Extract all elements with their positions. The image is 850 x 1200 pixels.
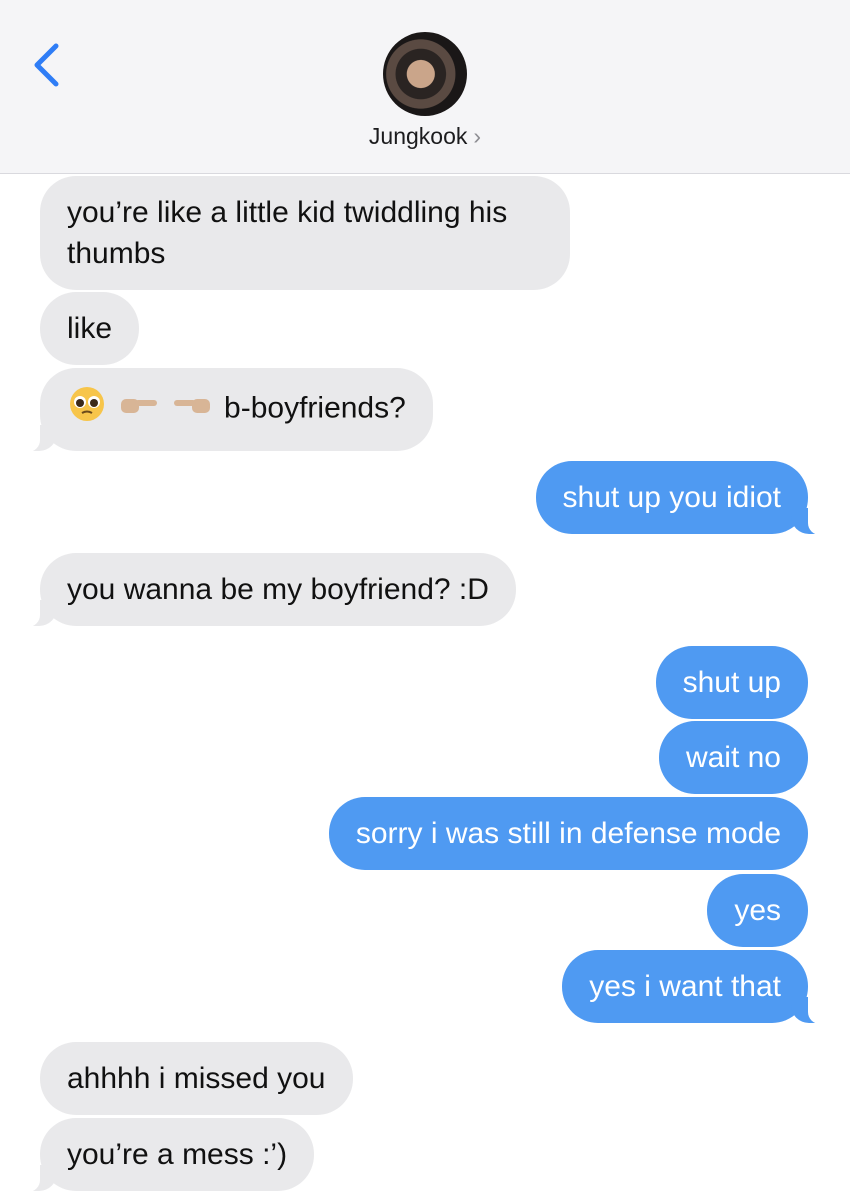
- pleading-face-icon: [67, 384, 107, 435]
- message-text: sorry i was still in defense mode: [355, 817, 781, 850]
- received-message[interactable]: like: [40, 292, 140, 365]
- message-text: you wanna be my boyfriend? :D: [67, 573, 489, 606]
- sent-message[interactable]: yes i want that: [562, 950, 828, 1024]
- message-text: you’re like a little kid twiddling his t…: [67, 196, 508, 270]
- message-text: you’re a mess :’): [67, 1138, 288, 1171]
- sent-message[interactable]: wait no: [658, 721, 808, 794]
- message-text: shut up you idiot: [562, 481, 781, 514]
- message-text: like: [67, 312, 113, 345]
- received-message[interactable]: ahhhh i missed you: [40, 1042, 353, 1115]
- received-message[interactable]: you’re like a little kid twiddling his t…: [40, 176, 570, 290]
- finger-pointing-left-icon: [172, 389, 212, 430]
- message-text: yes i want that: [589, 970, 781, 1003]
- conversation-header: Jungkook ›: [0, 0, 850, 174]
- back-button[interactable]: [28, 40, 68, 90]
- received-message[interactable]: b-boyfriends?: [20, 368, 433, 452]
- finger-pointing-right-icon: [119, 389, 159, 430]
- sent-message[interactable]: shut up you idiot: [535, 461, 829, 535]
- chevron-left-icon: [34, 43, 59, 87]
- contact-name-button[interactable]: Jungkook ›: [0, 123, 850, 150]
- message-text: wait no: [685, 741, 781, 774]
- contact-name: Jungkook: [368, 123, 468, 149]
- sent-message[interactable]: yes: [707, 874, 808, 947]
- chevron-right-icon: ›: [473, 123, 482, 149]
- sent-message[interactable]: shut up: [655, 646, 808, 719]
- message-text: ahhhh i missed you: [67, 1062, 326, 1095]
- message-text: yes: [734, 894, 781, 927]
- received-message[interactable]: you wanna be my boyfriend? :D: [20, 553, 516, 627]
- contact-avatar[interactable]: [383, 32, 467, 116]
- message-text: shut up: [682, 666, 781, 699]
- received-message[interactable]: you’re a mess :’): [19, 1118, 315, 1192]
- message-text: b-boyfriends?: [224, 391, 406, 425]
- sent-message[interactable]: sorry i was still in defense mode: [328, 797, 808, 870]
